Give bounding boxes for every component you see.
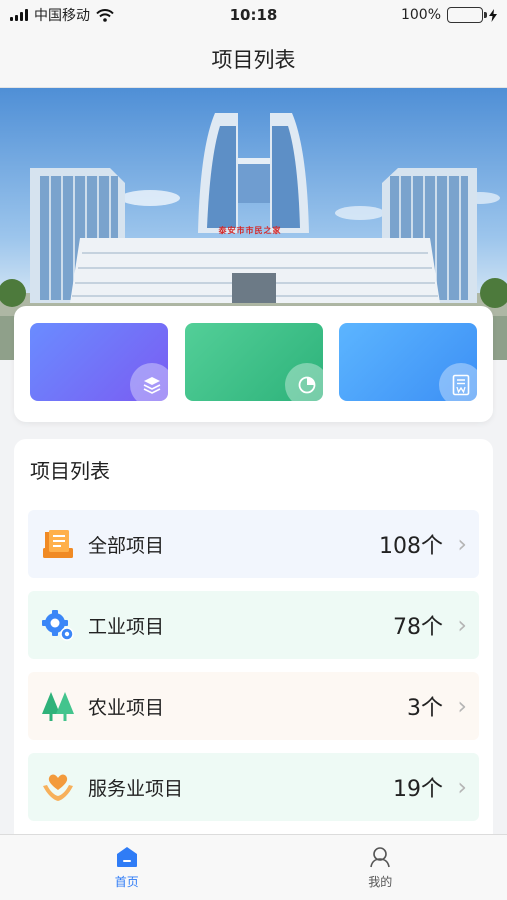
tab-home-label: 首页 bbox=[114, 875, 139, 889]
list-item-count: 108个 bbox=[379, 534, 443, 559]
tab-bar: 首页 我的 bbox=[0, 834, 507, 900]
quick-access-card bbox=[14, 306, 493, 422]
status-right: 100% bbox=[401, 7, 497, 23]
list-title: 项目列表 bbox=[30, 459, 110, 483]
folder-list-icon bbox=[40, 526, 76, 562]
banner-sign: 泰安市市民之家 bbox=[218, 226, 282, 235]
quick-tile-2[interactable] bbox=[184, 323, 323, 401]
quick-tile-1[interactable] bbox=[30, 323, 168, 401]
layers-icon bbox=[130, 363, 168, 401]
list-item-agricultural-projects[interactable]: 农业项目 3个 › bbox=[28, 672, 479, 740]
signal-icon bbox=[10, 9, 28, 21]
list-item-count: 3个 bbox=[407, 696, 443, 721]
list-item-industrial-projects[interactable]: 工业项目 78个 › bbox=[28, 591, 479, 659]
list-item-label: 工业项目 bbox=[88, 615, 165, 638]
tab-mine-label: 我的 bbox=[368, 875, 393, 889]
carrier-label: 中国移动 bbox=[34, 8, 90, 24]
chevron-right-icon: › bbox=[457, 773, 467, 801]
list-item-count: 19个 bbox=[393, 777, 443, 802]
chevron-right-icon: › bbox=[457, 530, 467, 558]
trees-icon bbox=[40, 688, 76, 724]
hand-heart-icon bbox=[40, 769, 76, 805]
user-icon bbox=[370, 847, 391, 868]
battery-percent: 100% bbox=[400, 7, 441, 23]
quick-tile-3[interactable] bbox=[339, 323, 477, 401]
list-item-all-projects[interactable]: 全部项目 108个 › bbox=[28, 510, 479, 578]
status-bar: 中国移动 10:18 100% bbox=[0, 0, 507, 30]
list-item-label: 农业项目 bbox=[88, 696, 165, 719]
tab-home[interactable]: 首页 bbox=[0, 835, 254, 900]
home-icon bbox=[116, 847, 137, 867]
page-title: 项目列表 bbox=[211, 47, 296, 72]
document-w-icon bbox=[439, 363, 477, 401]
nav-bar: 项目列表 bbox=[0, 30, 507, 88]
status-left: 中国移动 bbox=[10, 5, 114, 25]
wifi-icon bbox=[96, 8, 114, 22]
project-list-card: 项目列表 全部项目 108个 › 工业项目 78个 › 农业项目 3个 › 服务… bbox=[14, 439, 493, 859]
tab-mine[interactable]: 我的 bbox=[254, 835, 507, 900]
battery-icon bbox=[447, 7, 487, 23]
list-item-label: 服务业项目 bbox=[88, 777, 184, 800]
list-item-count: 78个 bbox=[393, 615, 443, 640]
charging-icon bbox=[489, 8, 497, 22]
gear-icon bbox=[40, 607, 76, 643]
list-item-service-projects[interactable]: 服务业项目 19个 › bbox=[28, 753, 479, 821]
chevron-right-icon: › bbox=[457, 611, 467, 639]
chevron-right-icon: › bbox=[457, 692, 467, 720]
list-item-label: 全部项目 bbox=[88, 534, 165, 557]
pie-chart-icon bbox=[284, 363, 323, 401]
